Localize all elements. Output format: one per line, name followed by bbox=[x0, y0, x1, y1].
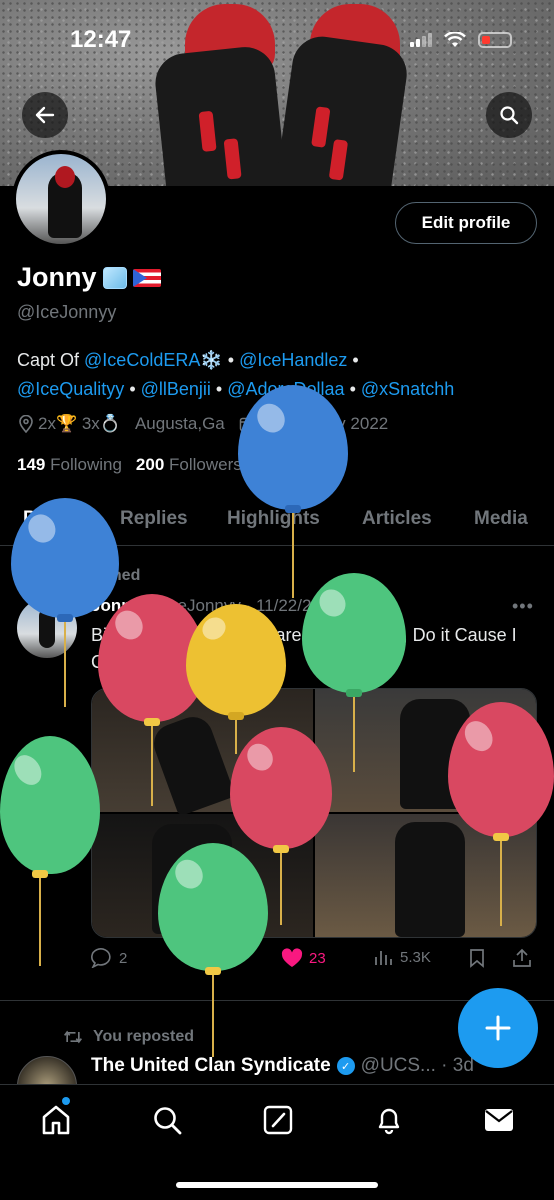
share-icon bbox=[513, 948, 531, 967]
tab-articles[interactable]: Articles bbox=[362, 496, 432, 530]
nav-home[interactable] bbox=[39, 1103, 73, 1137]
reply-count: 2 bbox=[119, 949, 128, 967]
name-row: Jonny bbox=[17, 262, 161, 293]
bio-separator: • bbox=[222, 350, 240, 370]
profile-avatar[interactable] bbox=[12, 150, 110, 248]
meta-location: Augusta,Ga bbox=[135, 414, 225, 434]
bio-text: Capt Of bbox=[17, 350, 85, 370]
location-text: Augusta,Ga bbox=[134, 414, 225, 433]
repost-icon bbox=[64, 1030, 82, 1044]
views-icon bbox=[375, 951, 392, 965]
followers-count: 200 bbox=[135, 455, 165, 474]
nav-notifications[interactable] bbox=[372, 1103, 406, 1137]
nav-messages[interactable] bbox=[482, 1103, 516, 1137]
tweet-header: The United Clan Syndicate ✓ @UCS... · 3d bbox=[91, 1055, 474, 1077]
tab-media[interactable]: Media bbox=[474, 496, 528, 530]
bio-separator: • bbox=[124, 379, 141, 399]
ice-cube-icon bbox=[102, 266, 127, 289]
view-count: 5.3K bbox=[400, 948, 431, 966]
heart-icon bbox=[281, 948, 303, 967]
back-arrow-icon bbox=[35, 106, 55, 124]
views-button[interactable]: 5.3K bbox=[374, 948, 431, 966]
wifi-icon bbox=[444, 32, 466, 47]
balloon-decoration bbox=[448, 702, 554, 927]
share-button[interactable] bbox=[512, 948, 532, 968]
notification-dot bbox=[62, 1097, 70, 1105]
verified-badge-icon: ✓ bbox=[336, 1057, 355, 1075]
balloon-decoration bbox=[0, 736, 100, 968]
bio-separator: • bbox=[210, 379, 228, 399]
bio-mention[interactable]: @llBenjii bbox=[141, 379, 211, 399]
tweet-author[interactable]: The United Clan Syndicate bbox=[91, 1055, 331, 1077]
bell-icon bbox=[378, 1108, 400, 1135]
status-time: 12:47 bbox=[70, 26, 132, 53]
edit-profile-button[interactable]: Edit profile bbox=[395, 202, 537, 244]
bio-separator: • bbox=[347, 350, 359, 370]
profile-handle: @IceJonnyy bbox=[17, 302, 117, 322]
compose-fab-button[interactable] bbox=[458, 988, 538, 1068]
balloon-decoration bbox=[158, 843, 268, 1058]
more-options-icon[interactable]: ••• bbox=[512, 596, 534, 617]
bio-mention[interactable]: @xSnatchh bbox=[361, 379, 454, 399]
meta-awards: 2x🏆 3x💍 bbox=[18, 414, 121, 434]
display-name: Jonny bbox=[17, 262, 97, 292]
tweet-handle-date: @UCS... · 3d bbox=[360, 1055, 474, 1076]
awards-text: 2x🏆 3x💍 bbox=[38, 414, 121, 433]
bookmark-icon bbox=[470, 949, 484, 968]
tab-replies[interactable]: Replies bbox=[120, 496, 188, 530]
home-icon bbox=[42, 1105, 70, 1135]
search-icon bbox=[500, 106, 519, 125]
followers-link[interactable]: 200 Followers bbox=[136, 455, 242, 475]
puerto-rico-flag-icon bbox=[132, 268, 161, 287]
plus-icon bbox=[485, 1015, 511, 1041]
bio-mention[interactable]: @IceQualityy bbox=[17, 379, 124, 399]
following-count: 149 bbox=[17, 455, 46, 474]
balloon-decoration bbox=[238, 385, 348, 600]
nav-compose[interactable] bbox=[261, 1103, 295, 1137]
bio-mention[interactable]: @IceHandlez bbox=[239, 350, 347, 370]
battery-low-icon bbox=[478, 32, 512, 48]
search-icon bbox=[154, 1107, 182, 1135]
mail-icon bbox=[485, 1109, 513, 1131]
followers-label: Followers bbox=[169, 455, 242, 474]
back-button[interactable] bbox=[22, 92, 68, 138]
cellular-signal-icon bbox=[410, 33, 432, 47]
bio-mention[interactable]: @IceColdERA bbox=[84, 350, 200, 370]
location-pin-icon bbox=[19, 415, 33, 433]
nav-search[interactable] bbox=[150, 1103, 184, 1137]
like-button[interactable]: 23 bbox=[281, 948, 326, 968]
follow-stats: 149 Following 200 Followers bbox=[17, 455, 242, 475]
home-indicator bbox=[176, 1182, 378, 1188]
bookmark-button[interactable] bbox=[469, 948, 485, 968]
like-count: 23 bbox=[309, 949, 326, 967]
snowflake-icon: ❄️ bbox=[200, 350, 223, 370]
banner-leg-right bbox=[274, 32, 411, 186]
banner-leg-left bbox=[152, 44, 288, 186]
compose-icon bbox=[263, 1105, 293, 1135]
following-label: Following bbox=[50, 455, 122, 474]
search-button[interactable] bbox=[486, 92, 532, 138]
status-icons bbox=[410, 32, 512, 48]
following-link[interactable]: 149 Following bbox=[17, 455, 122, 475]
